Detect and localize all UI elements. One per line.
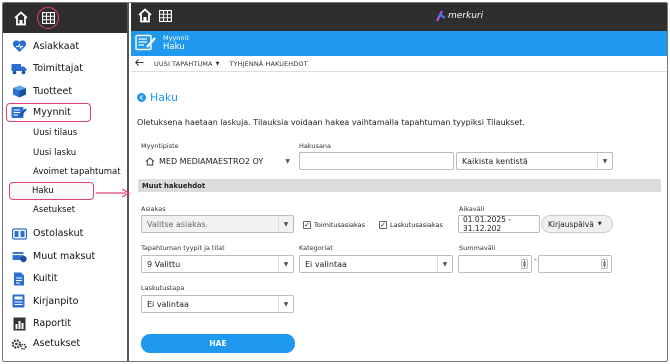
grid-icon[interactable]	[158, 9, 173, 25]
hakusana-input[interactable]	[299, 152, 454, 170]
sales-icon	[11, 104, 27, 120]
sidebar-item-label: Muut maksut	[33, 250, 96, 262]
sidebar-item-kirjanpito[interactable]: Kirjanpito	[3, 290, 127, 313]
sidebar-item-label: Asiakkaat	[33, 40, 80, 52]
check-icon: ✓	[303, 220, 311, 229]
sidebar-item-label: Raportit	[33, 318, 72, 330]
tyypit-label: Tapahtuman tyypit ja tilat	[141, 244, 225, 252]
summavali-min-input[interactable]: ▲ ▼	[458, 255, 532, 273]
hakusana-label: Hakusana	[299, 142, 332, 150]
summavali-label: Summaväli	[459, 244, 496, 252]
page-title: Haku	[137, 91, 178, 104]
sidebar-item-label: Toimittajat	[33, 63, 83, 75]
sales-icon	[135, 34, 157, 54]
caret-down-icon: ▼	[278, 216, 293, 232]
section-header: Muut hakuehdot	[138, 179, 661, 192]
sidebar-subitem-asetukset[interactable]: Asetukset	[3, 200, 127, 220]
payment-icon	[11, 248, 27, 264]
breadcrumb-current: Haku	[163, 42, 185, 52]
sidebar-menu: Asiakkaat Toimittajat Tuotteet Myynnit U…	[3, 33, 127, 335]
sidebar-subitem-haku[interactable]: Haku	[9, 182, 94, 200]
summavali-separator: -	[534, 255, 537, 264]
sidebar-topbar	[3, 3, 127, 33]
page-description: Oletuksena haetaan laskuja. Tilauksia vo…	[137, 118, 525, 127]
merkuri-logo: merkuri	[436, 10, 483, 22]
new-event-button[interactable]: UUSI TAPAHTUMA ▼	[154, 60, 220, 68]
laskutustapa-select[interactable]: Ei valintaa ▼	[141, 295, 294, 313]
aikavali-label: Aikaväli	[459, 205, 485, 213]
sidebar-item-muut-maksut[interactable]: Muut maksut	[3, 245, 127, 268]
sidebar-item-tuotteet[interactable]: Tuotteet	[3, 80, 127, 103]
myyntipiste-label: Myyntipiste	[141, 142, 179, 150]
chevron-left-icon[interactable]	[137, 93, 146, 102]
aikavali-type-select[interactable]: Kirjauspäivä ▼	[541, 215, 613, 233]
breadcrumb-parent[interactable]: Myynnit	[163, 34, 189, 42]
grid-icon[interactable]	[37, 7, 59, 29]
laskutustapa-label: Laskutustapa	[141, 284, 185, 292]
caret-down-icon: ▼	[597, 153, 612, 169]
asiakas-label: Asiakas	[141, 205, 166, 213]
home-icon	[145, 156, 155, 165]
tyypit-select[interactable]: 9 Valittu ▼	[141, 255, 294, 273]
clear-filters-button[interactable]: TYHJENNÄ HAKUEHDOT	[230, 60, 308, 68]
hakusana-scope-select[interactable]: Kaikista kentistä ▼	[456, 152, 613, 170]
caret-down-icon: ▼	[278, 296, 293, 312]
sidebar-item-myynnit[interactable]: Myynnit	[6, 102, 91, 122]
sidebar-subitem-uusi-tilaus[interactable]: Uusi tilaus	[3, 124, 127, 144]
app-window: Asiakkaat Toimittajat Tuotteet Myynnit U…	[2, 2, 668, 362]
receipt-icon	[11, 271, 27, 287]
search-button[interactable]: HAE	[141, 334, 295, 353]
logo-text: merkuri	[448, 11, 484, 21]
ledger-icon	[11, 293, 27, 309]
home-icon[interactable]	[137, 8, 153, 26]
merkuri-logo-icon	[436, 10, 446, 22]
purchase-icon	[11, 226, 27, 242]
summavali-max-input[interactable]: ▲ ▼	[538, 255, 612, 273]
main-area: merkuri Myynnit Haku UUSI TAPAHTUMA ▼ TY…	[131, 3, 667, 361]
caret-down-icon: ▼	[285, 157, 290, 165]
sidebar-item-label: Ostolaskut	[33, 228, 84, 240]
laskutusasiakas-checkbox[interactable]: ✓ Laskutusasiakas	[379, 221, 443, 229]
sidebar-item-label: Myynnit	[33, 106, 71, 118]
sidebar-item-toimittajat[interactable]: Toimittajat	[3, 58, 127, 81]
sidebar-item-ostolaskut[interactable]: Ostolaskut	[3, 223, 127, 246]
sidebar-subitem-avoimet-tapahtumat[interactable]: Avoimet tapahtumat	[3, 163, 127, 183]
caret-down-icon: ▼	[215, 60, 220, 67]
page-header: Myynnit Haku	[131, 31, 667, 56]
check-icon: ✓	[379, 220, 387, 229]
asiakas-select[interactable]: Valitse asiakas ▼	[141, 215, 294, 233]
gears-icon	[11, 336, 27, 352]
back-arrow-icon[interactable]	[135, 59, 144, 68]
caret-down-icon: ▼	[278, 256, 293, 272]
report-icon	[11, 316, 27, 332]
sidebar-item-kuitit[interactable]: Kuitit	[3, 268, 127, 291]
kategoriat-select[interactable]: Ei valintaa ▼	[299, 255, 453, 273]
myyntipiste-select[interactable]: MED MEDIAMAESTRO2 OY ▼	[141, 152, 294, 170]
home-icon[interactable]	[11, 8, 31, 28]
sidebar-item-label: Asetukset	[33, 338, 81, 350]
stepper-icon[interactable]: ▲ ▼	[521, 259, 528, 269]
sidebar-item-label: Tuotteet	[33, 85, 73, 97]
pointer-arrow-icon	[96, 188, 131, 198]
sidebar-item-settings[interactable]: Asetukset	[3, 333, 127, 356]
sidebar-item-label: Kuitit	[33, 273, 58, 285]
breadcrumb: Myynnit Haku	[163, 34, 189, 53]
sidebar-bottom: Asetukset	[3, 333, 127, 356]
sidebar-subitem-uusi-lasku[interactable]: Uusi lasku	[3, 143, 127, 163]
sidebar-item-label: Kirjanpito	[33, 295, 79, 307]
caret-down-icon: ▼	[597, 221, 602, 227]
main-topbar: merkuri	[131, 3, 667, 31]
aikavali-input[interactable]: 01.01.2025 - 31.12.202	[458, 215, 540, 233]
heart-icon	[11, 38, 27, 54]
caret-down-icon: ▼	[437, 256, 452, 272]
sidebar: Asiakkaat Toimittajat Tuotteet Myynnit U…	[3, 3, 129, 361]
box-icon	[11, 83, 27, 99]
sidebar-item-asiakkaat[interactable]: Asiakkaat	[3, 35, 127, 58]
stepper-icon[interactable]: ▲ ▼	[601, 259, 608, 269]
action-toolbar: UUSI TAPAHTUMA ▼ TYHJENNÄ HAKUEHDOT	[131, 56, 667, 72]
truck-icon	[11, 61, 27, 77]
kategoriat-label: Kategoriat	[299, 244, 333, 252]
toimitusasiakas-checkbox[interactable]: ✓ Toimitusasiakas	[303, 221, 365, 229]
